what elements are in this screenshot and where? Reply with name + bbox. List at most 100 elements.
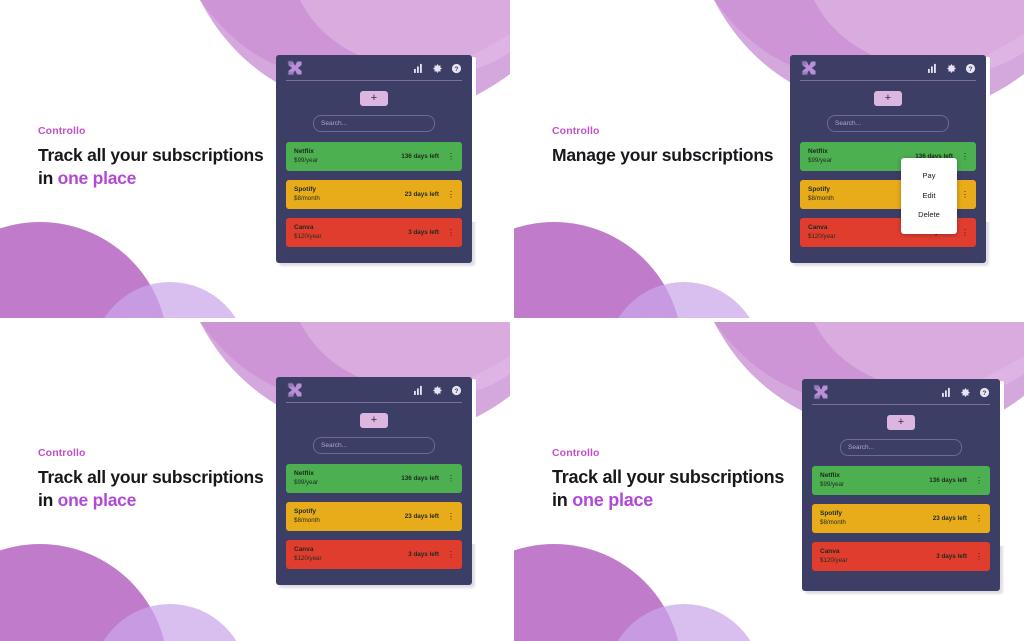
subscription-meta: 136 days left ⋮ [401, 152, 462, 161]
context-menu-item-delete[interactable]: Delete [901, 205, 957, 225]
kebab-menu-icon[interactable]: ⋮ [447, 550, 455, 559]
context-menu: Pay Edit Delete [901, 158, 957, 234]
gear-icon[interactable] [432, 63, 443, 74]
table-row[interactable]: Spotify $8/month 23 days left ⋮ [286, 502, 462, 531]
kebab-menu-icon[interactable]: ⋮ [447, 474, 455, 483]
subscription-meta: 3 days left ⋮ [408, 228, 462, 237]
table-row[interactable]: Spotify $8/month 23 days left ⋮ [812, 504, 990, 533]
subscription-price: $99/year [820, 481, 845, 489]
circle-shape-small [104, 282, 236, 318]
subscription-price: $8/month [808, 195, 834, 203]
table-row[interactable]: Canva $120/year 3 days left ⋮ [286, 540, 462, 569]
table-row[interactable]: Netflix $99/year 136 days left ⋮ [286, 464, 462, 493]
brand-eyebrow: Controllo [552, 125, 600, 137]
kebab-menu-icon[interactable]: ⋮ [975, 514, 983, 523]
app-window: ? + Netflix $99/year [276, 55, 476, 266]
stats-bar-chart-icon[interactable] [414, 63, 424, 73]
stats-bar-chart-icon[interactable] [942, 387, 952, 397]
table-row[interactable]: Spotify $8/month 23 days left ⋮ [286, 180, 462, 209]
app-body: ? + Netflix $99/year [276, 55, 472, 263]
subscription-meta: 23 days left ⋮ [932, 514, 990, 523]
subscription-name: Spotify [294, 186, 317, 194]
app-body: ? + Netflix $99/year [276, 377, 472, 585]
kebab-menu-icon[interactable]: ⋮ [447, 512, 455, 521]
search-input[interactable] [840, 439, 962, 456]
context-menu-item-edit[interactable]: Edit [901, 186, 957, 206]
add-subscription-button[interactable]: + [874, 91, 902, 106]
headline-line-2-prefix: in [38, 489, 58, 510]
add-subscription-button[interactable]: + [360, 413, 388, 428]
circle-shape-small [617, 604, 751, 641]
stats-bar-chart-icon[interactable] [414, 385, 424, 395]
subscription-price: $8/month [294, 517, 320, 525]
page-title: Track all your subscriptions in one plac… [38, 466, 298, 512]
status-badge: 23 days left [932, 515, 967, 522]
search-row [276, 437, 472, 454]
gear-icon[interactable] [432, 385, 443, 396]
subscription-info: Spotify $8/month [820, 510, 846, 527]
add-subscription-button[interactable]: + [887, 415, 915, 430]
copy-block: Controllo Track all your subscriptions i… [38, 447, 298, 512]
table-row[interactable]: Netflix $99/year 136 days left ⋮ [286, 142, 462, 171]
headline-line-1: Track all your subscriptions [38, 144, 264, 165]
kebab-menu-icon[interactable]: ⋮ [961, 152, 969, 161]
subscription-price: $99/year [808, 157, 833, 165]
app-window: ? + Netflix $99/year [802, 379, 1004, 594]
table-row[interactable]: Canva $120/year 3 days left ⋮ [812, 542, 990, 571]
circle-shape-large [0, 544, 165, 641]
subscription-info: Spotify $8/month [808, 186, 834, 203]
circle-shape-small [618, 282, 750, 318]
help-circle-icon[interactable]: ? [979, 387, 990, 398]
context-menu-item-pay[interactable]: Pay [901, 166, 957, 186]
help-circle-icon[interactable]: ? [965, 63, 976, 74]
svg-text:?: ? [969, 65, 973, 72]
add-subscription-button[interactable]: + [360, 91, 388, 106]
panel-grid: Controllo Track all your subscriptions i… [0, 0, 1024, 641]
panel-manage: Controllo Manage your subscriptions ? + … [514, 0, 1024, 318]
headline-line-1: Track all your subscriptions [38, 466, 264, 487]
brand-eyebrow: Controllo [552, 447, 600, 459]
subscription-meta: 3 days left ⋮ [408, 550, 462, 559]
headline-line-2-prefix: in [38, 167, 58, 188]
app-window: ? + Netflix $99/year [276, 377, 476, 588]
table-row[interactable]: Netflix $99/year 136 days left ⋮ [812, 466, 990, 495]
subscription-name: Netflix [808, 148, 828, 156]
subscription-info: Canva $120/year [820, 548, 848, 565]
gear-icon[interactable] [960, 387, 971, 398]
table-row[interactable]: Canva $120/year 3 days left ⋮ [286, 218, 462, 247]
app-body: ? + Netflix $99/year [802, 379, 1000, 591]
subscription-name: Canva [808, 224, 828, 232]
subscription-list: Netflix $99/year 136 days left ⋮ Spotify… [802, 466, 1000, 571]
headline-line-2-prefix: in [552, 490, 573, 511]
kebab-menu-icon[interactable]: ⋮ [447, 152, 455, 161]
kebab-menu-icon[interactable]: ⋮ [975, 476, 983, 485]
subscription-info: Spotify $8/month [294, 186, 320, 203]
gear-icon[interactable] [946, 63, 957, 74]
controllo-logo [287, 60, 302, 76]
subscription-price: $99/year [294, 479, 319, 487]
kebab-menu-icon[interactable]: ⋮ [447, 228, 455, 237]
header-icon-group: ? [414, 385, 462, 396]
subscription-info: Netflix $99/year [820, 472, 844, 489]
circle-shape-large [514, 222, 678, 318]
help-circle-icon[interactable]: ? [451, 385, 462, 396]
kebab-menu-icon[interactable]: ⋮ [961, 190, 969, 199]
subscription-name: Canva [820, 548, 840, 556]
search-input[interactable] [827, 115, 949, 132]
kebab-menu-icon[interactable]: ⋮ [447, 190, 455, 199]
circle-shape-large [514, 544, 679, 641]
stats-bar-chart-icon[interactable] [928, 63, 938, 73]
subscription-name: Netflix [294, 148, 314, 156]
page-title: Track all your subscriptions in one plac… [552, 466, 824, 514]
subscription-info: Netflix $99/year [808, 148, 832, 165]
search-input[interactable] [313, 115, 435, 132]
kebab-menu-icon[interactable]: ⋮ [961, 228, 969, 237]
subscription-list: Netflix $99/year 136 days left ⋮ Spotify… [276, 464, 472, 569]
controllo-logo [813, 384, 828, 400]
search-input[interactable] [313, 437, 435, 454]
circle-shape-small [103, 604, 237, 641]
subscription-name: Spotify [294, 508, 317, 516]
kebab-menu-icon[interactable]: ⋮ [975, 552, 983, 561]
status-badge: 23 days left [404, 513, 439, 520]
help-circle-icon[interactable]: ? [451, 63, 462, 74]
